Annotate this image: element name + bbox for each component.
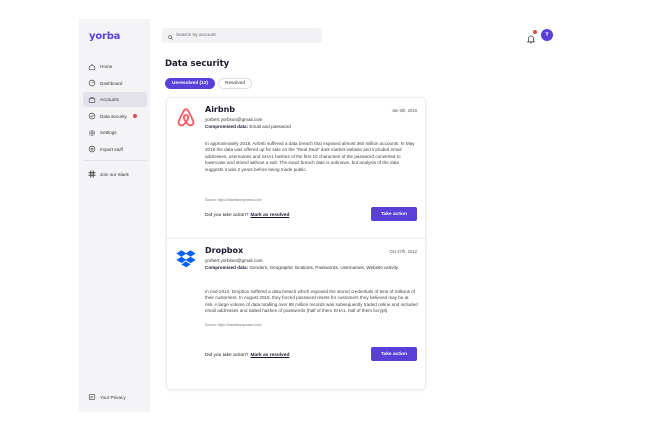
sidebar-item-label: Settings xyxy=(100,130,117,136)
compromised-label: Compromised data: xyxy=(205,123,249,129)
breach-card-airbnb: Airbnb Jan 6th, 2018 yorbert.yorbson@gma… xyxy=(166,97,426,247)
sidebar-item-slack[interactable]: Join our Slack xyxy=(83,167,147,182)
dashboard-icon xyxy=(88,79,96,87)
sidebar-item-label: Home xyxy=(100,64,113,69)
breach-title: Airbnb xyxy=(205,105,236,114)
search-input[interactable] xyxy=(176,33,316,38)
action-prompt: Did you take action? Mark as resolved xyxy=(205,353,289,358)
app-frame: yorba Home Dashboard Accounts Data secur… xyxy=(79,19,569,412)
gear-icon xyxy=(88,129,96,137)
breach-card-dropbox: Dropbox Oct 27th, 2012 yorbert.yorbson@g… xyxy=(166,238,426,390)
sidebar-nav: Home Dashboard Accounts Data security Se… xyxy=(83,59,147,184)
accounts-icon xyxy=(88,96,96,104)
tab-bar: Unresolved (12) Resolved xyxy=(165,78,252,89)
breach-email: yorbert.yorbson@gmail.com xyxy=(205,258,263,263)
sidebar: yorba Home Dashboard Accounts Data secur… xyxy=(79,19,150,412)
privacy-label: Your Privacy xyxy=(100,394,126,400)
airbnb-logo-icon xyxy=(175,107,197,129)
compromised-data: Compromised data: Email and password xyxy=(205,124,420,130)
alert-dot xyxy=(133,113,137,118)
compromised-data: Compromised data: Genders, Geographic lo… xyxy=(205,265,420,271)
sidebar-item-label: Data security xyxy=(100,113,127,119)
slack-icon xyxy=(88,170,96,179)
action-question: Did you take action? xyxy=(205,353,249,358)
search-bar[interactable] xyxy=(162,28,322,43)
sidebar-item-data-security[interactable]: Data security xyxy=(83,109,147,124)
page-title: Data security xyxy=(165,59,230,69)
sidebar-divider xyxy=(83,159,147,161)
bell-icon xyxy=(526,35,536,44)
tab-unresolved[interactable]: Unresolved (12) xyxy=(165,78,215,89)
search-icon xyxy=(168,27,173,45)
sidebar-item-home[interactable]: Home xyxy=(83,59,147,74)
privacy-icon xyxy=(88,393,96,401)
breach-source: Source: https://haveibeenpwned.com/ xyxy=(205,323,262,327)
sidebar-item-label: Dashboard xyxy=(100,80,123,86)
import-icon xyxy=(88,145,96,153)
tab-resolved[interactable]: Resolved xyxy=(218,78,252,89)
home-icon xyxy=(88,63,96,71)
notification-badge xyxy=(533,30,537,34)
take-action-button[interactable]: Take action xyxy=(371,207,417,221)
sidebar-item-import[interactable]: Import stuff xyxy=(83,142,147,157)
sidebar-item-dashboard[interactable]: Dashboard xyxy=(83,76,147,91)
compromised-value: Genders, Geographic locations, Passwords… xyxy=(249,264,399,270)
action-prompt: Did you take action? Mark as resolved xyxy=(205,213,289,218)
mark-resolved-link[interactable]: Mark as resolved xyxy=(250,213,289,218)
sidebar-item-privacy[interactable]: Your Privacy xyxy=(88,393,126,401)
mark-resolved-link[interactable]: Mark as resolved xyxy=(250,353,289,358)
breach-description: In approximately 2018, Airbnb suffered a… xyxy=(205,141,415,172)
compromised-label: Compromised data: xyxy=(205,264,249,270)
breach-source: Source: https://haveibeenpwned.com/ xyxy=(205,198,262,202)
sidebar-item-accounts[interactable]: Accounts xyxy=(83,92,147,108)
notifications-button[interactable] xyxy=(526,30,537,44)
sidebar-item-label: Join our Slack xyxy=(100,171,129,177)
breach-date: Oct 27th, 2012 xyxy=(389,249,417,254)
compromised-value: Email and password xyxy=(249,123,291,129)
breach-date: Jan 6th, 2018 xyxy=(391,108,417,113)
avatar[interactable]: Y xyxy=(541,29,553,41)
app-logo[interactable]: yorba xyxy=(89,31,120,42)
sidebar-item-settings[interactable]: Settings xyxy=(83,125,147,140)
breach-email: yorbert.yorbson@gmail.com xyxy=(205,117,263,122)
action-question: Did you take action? xyxy=(205,213,249,218)
take-action-button[interactable]: Take action xyxy=(371,347,417,361)
breach-title: Dropbox xyxy=(205,246,244,255)
dropbox-logo-icon xyxy=(175,248,197,270)
shield-icon xyxy=(88,112,96,120)
breach-description: In mid-2012, Dropbox suffered a data bre… xyxy=(205,289,418,314)
sidebar-item-label: Import stuff xyxy=(100,146,123,152)
sidebar-item-label: Accounts xyxy=(100,97,119,103)
